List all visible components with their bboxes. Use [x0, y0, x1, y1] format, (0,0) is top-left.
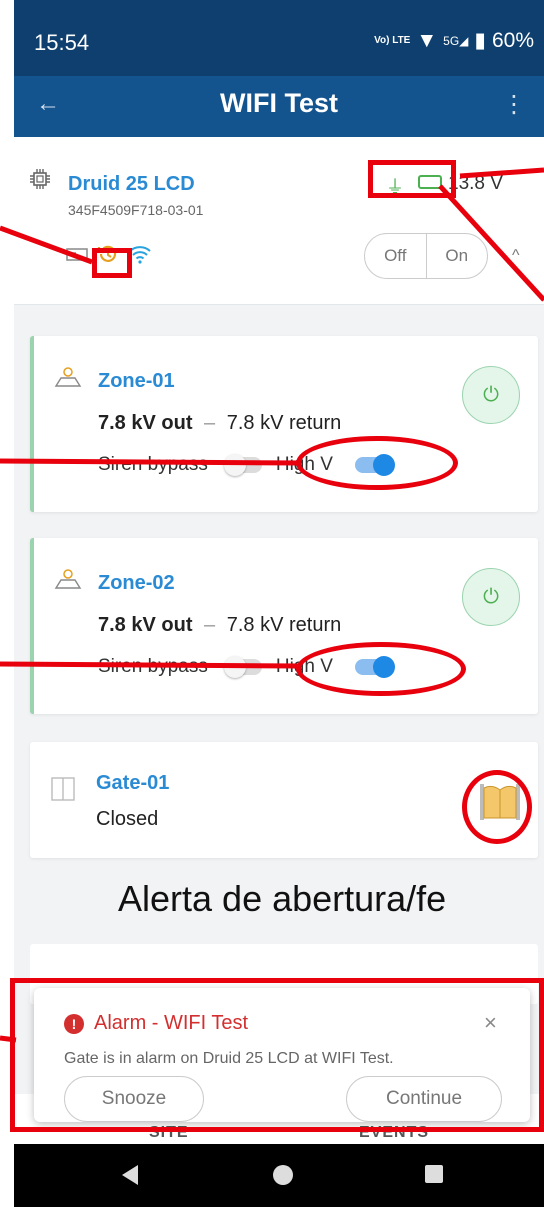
zone-power-button[interactable]: ⏻	[462, 366, 520, 424]
status-icons: Vo) LTE ▼ 5G◢ ▮ 60%	[374, 28, 534, 53]
zone-name[interactable]: Zone-02	[98, 572, 175, 595]
device-voltage: 13.8 V	[448, 173, 503, 194]
power-icon: ⏻	[483, 383, 499, 406]
siren-bypass-label: Siren bypass	[98, 656, 208, 677]
battery-percent: 60%	[491, 28, 534, 52]
status-bar: 15:54 Vo) LTE ▼ 5G◢ ▮ 60%	[14, 0, 544, 76]
zone-card[interactable]: Zone-02 7.8 kV out – 7.8 kV return Siren…	[30, 538, 538, 714]
zone-card[interactable]: Zone-01 7.8 kV out – 7.8 kV return Siren…	[30, 336, 538, 512]
status-time: 15:54	[34, 30, 90, 55]
map-icon	[54, 569, 82, 589]
power-toggle-group: Off On	[364, 233, 488, 279]
zone-dash: –	[204, 412, 216, 434]
zone-return-voltage: 7.8 kV return	[226, 614, 342, 636]
on-button[interactable]: On	[427, 234, 488, 278]
page-title: WIFI Test	[220, 88, 338, 118]
volte-icon: Vo) LTE	[374, 34, 411, 46]
zone-return-voltage: 7.8 kV return	[226, 412, 342, 434]
map-icon	[54, 367, 82, 387]
app-bar: ← WIFI Test ⋮	[14, 76, 544, 137]
5g-label: 5G	[443, 33, 460, 48]
nav-home-icon[interactable]	[272, 1164, 294, 1186]
siren-bypass-switch[interactable]	[223, 454, 262, 476]
signal-icon: 5G◢	[443, 33, 469, 48]
siren-bypass-switch[interactable]	[223, 656, 262, 678]
device-card[interactable]: Druid 25 LCD 345F4509F718-03-01 ⏚ 13.8 V	[14, 137, 544, 305]
nav-recents-icon[interactable]	[424, 1164, 444, 1184]
zone-out-voltage: 7.8 kV out	[98, 412, 193, 434]
chevron-up-icon[interactable]: ^	[512, 247, 520, 265]
zone-voltage: 7.8 kV out – 7.8 kV return	[98, 412, 341, 435]
gate-name[interactable]: Gate-01	[96, 772, 169, 795]
zone-out-voltage: 7.8 kV out	[98, 614, 193, 636]
power-icon: ⏻	[483, 585, 499, 608]
annotation-ellipse	[296, 436, 458, 490]
battery-icon: ▮	[474, 29, 486, 52]
annotation-box	[92, 248, 132, 278]
zone-power-button[interactable]: ⏻	[462, 568, 520, 626]
gate-status: Closed	[96, 808, 159, 830]
annotation-ellipse	[462, 770, 532, 844]
zone-dash: –	[204, 614, 216, 636]
chip-icon	[30, 169, 50, 189]
off-button[interactable]: Off	[365, 234, 427, 278]
caption-text: Alerta de abertura/fe	[118, 878, 447, 919]
annotation-box	[10, 978, 544, 1132]
device-serial: 345F4509F718-03-01	[68, 202, 204, 218]
card-reader-icon	[66, 248, 88, 261]
gate-outline-icon	[51, 777, 75, 801]
annotation-box	[368, 160, 456, 198]
device-name[interactable]: Druid 25 LCD	[68, 173, 195, 196]
zone-voltage: 7.8 kV out – 7.8 kV return	[98, 614, 341, 637]
siren-bypass-label: Siren bypass	[98, 454, 208, 475]
nav-back-icon[interactable]	[120, 1164, 140, 1186]
annotation-ellipse	[296, 642, 466, 696]
zone-name[interactable]: Zone-01	[98, 370, 175, 393]
android-nav-bar	[14, 1144, 544, 1207]
wifi-icon: ▼	[416, 28, 438, 52]
overflow-menu-icon[interactable]: ⋮	[502, 90, 526, 119]
